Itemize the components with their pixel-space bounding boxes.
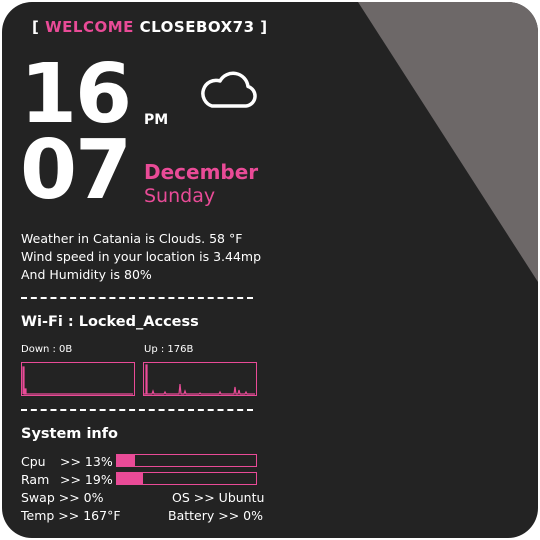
- cpu-value: >> 13%: [60, 454, 113, 469]
- cpu-bar-fill: [117, 455, 136, 466]
- os-info: OS >> Ubuntu: [172, 490, 265, 505]
- battery-info: Battery >> 0%: [168, 508, 263, 523]
- date-month: December: [144, 160, 259, 184]
- bracket-close: ]: [260, 18, 268, 36]
- download-label: Down : 0B: [21, 344, 73, 355]
- weather-line-2: Wind speed in your location is 3.44mp: [21, 249, 262, 264]
- separator: [21, 409, 253, 411]
- ram-label: Ram: [21, 472, 50, 487]
- upload-label: Up : 176B: [144, 344, 194, 355]
- wifi-title: Wi-Fi : Locked_Access: [21, 314, 199, 330]
- cpu-label: Cpu: [21, 454, 46, 469]
- weather-line-1: Weather in Catania is Clouds. 58 °F: [21, 231, 243, 246]
- bracket-open: [: [32, 18, 40, 36]
- weather-line-3: And Humidity is 80%: [21, 267, 152, 282]
- system-info-title: System info: [21, 426, 119, 442]
- clock-minute: 07: [20, 123, 132, 218]
- cpu-bar: [116, 454, 257, 467]
- clock-ampm: PM: [144, 112, 169, 128]
- separator: [21, 297, 253, 299]
- cloud-icon: [201, 71, 257, 108]
- date-weekday: Sunday: [144, 185, 216, 207]
- user-name: CLOSEBOX73: [139, 18, 255, 36]
- ram-bar: [116, 472, 257, 485]
- ram-bar-fill: [117, 473, 144, 484]
- welcome-banner: [ WELCOME CLOSEBOX73 ]: [32, 18, 268, 36]
- swap-info: Swap >> 0%: [21, 490, 104, 505]
- upload-graph: [143, 362, 257, 396]
- temp-info: Temp >> 167°F: [21, 508, 121, 523]
- ram-value: >> 19%: [60, 472, 113, 487]
- conky-widget: [ WELCOME CLOSEBOX73 ] 16 07 PM December…: [2, 2, 538, 538]
- welcome-word: WELCOME: [45, 18, 134, 36]
- download-graph: [21, 362, 135, 396]
